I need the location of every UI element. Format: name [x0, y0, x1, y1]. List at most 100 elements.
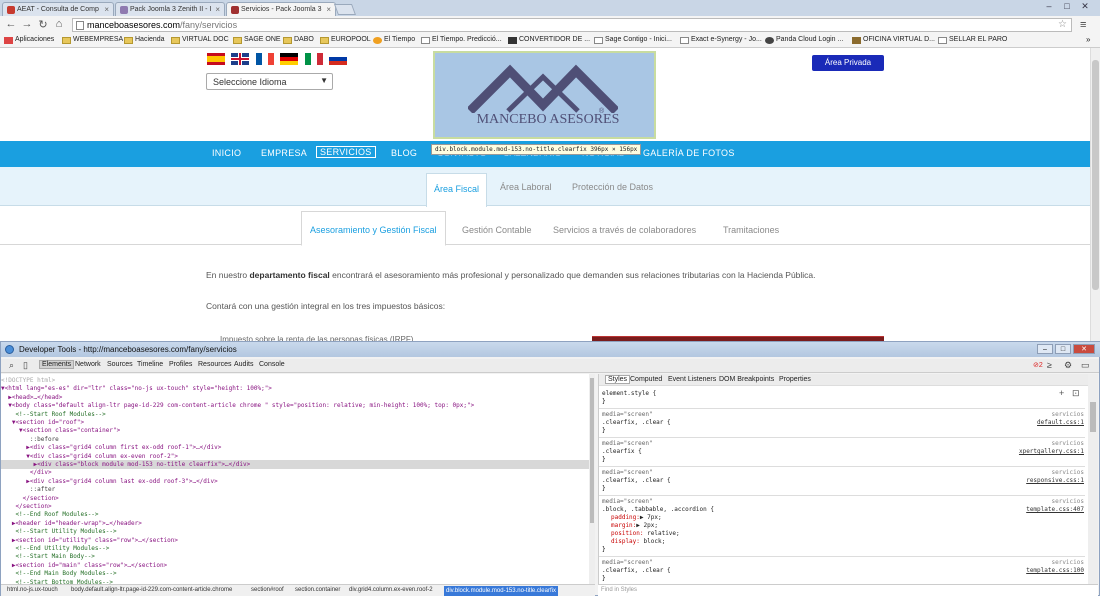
tab-event-listeners[interactable]: Event Listeners	[668, 376, 716, 383]
breadcrumb-item[interactable]: html.no-js.ux-touch	[7, 587, 58, 593]
breadcrumb-item[interactable]: div.block.module.mod-153.no-title.clearf…	[444, 586, 558, 596]
close-icon[interactable]: ×	[326, 5, 331, 14]
italy-flag-icon[interactable]	[304, 53, 323, 65]
style-property[interactable]: position: relative;	[611, 530, 1088, 538]
tab-profiles[interactable]: Profiles	[169, 361, 192, 368]
bookmark-folder[interactable]: DABO	[283, 36, 314, 44]
source-link[interactable]: template.css:407	[1026, 506, 1084, 514]
property-name[interactable]: padding:	[611, 514, 640, 521]
bookmark-link[interactable]: Exact e-Synergy - Jo...	[680, 36, 762, 44]
source-link[interactable]: responsive.css:1	[1026, 477, 1084, 485]
search-icon[interactable]: ⌕	[9, 360, 14, 371]
nav-servicios[interactable]: SERVICIOS	[316, 146, 376, 158]
reload-icon[interactable]: ↻	[36, 18, 50, 31]
tab-properties[interactable]: Properties	[779, 376, 811, 383]
rule-selector[interactable]: .clearfix {xpertgallery.css:1	[602, 448, 1088, 456]
elements-scrollbar[interactable]	[589, 374, 595, 584]
nav-galeria[interactable]: GALERÍA DE FOTOS	[643, 148, 735, 158]
tab-resources[interactable]: Resources	[198, 361, 231, 368]
tab-tramitaciones[interactable]: Tramitaciones	[723, 225, 779, 235]
tab-servicios-colaboradores[interactable]: Servicios a través de colaboradores	[553, 225, 696, 235]
tab-computed[interactable]: Computed	[630, 376, 662, 383]
bookmark-link[interactable]: SELLAR EL PARO	[938, 36, 1007, 44]
property-value[interactable]: block;	[640, 538, 666, 545]
more-bookmarks-icon[interactable]: »	[1086, 35, 1090, 44]
style-property[interactable]: display: block;	[611, 538, 1088, 546]
area-privada-button[interactable]: Área Privada	[812, 55, 884, 71]
property-name[interactable]: margin:	[611, 522, 636, 529]
tab-proteccion-datos[interactable]: Protección de Datos	[572, 182, 653, 192]
nav-inicio[interactable]: INICIO	[212, 148, 241, 158]
browser-tab-pack-joomla[interactable]: Pack Joomla 3 Zenith II - I ×	[115, 2, 225, 16]
tab-styles[interactable]: Styles	[605, 375, 631, 384]
spain-flag-icon[interactable]	[207, 53, 225, 65]
styles-scrollbar[interactable]	[1088, 374, 1098, 584]
nav-blog[interactable]: BLOG	[391, 148, 417, 158]
source-link[interactable]: xpertgallery.css:1	[1019, 448, 1084, 456]
tab-dom-breakpoints[interactable]: DOM Breakpoints	[719, 376, 774, 383]
bookmark-folder[interactable]: SAGE ONE	[233, 36, 281, 44]
source-link[interactable]: default.css:1	[1037, 419, 1084, 427]
console-drawer-icon[interactable]: ≥	[1047, 360, 1052, 370]
home-icon[interactable]: ⌂	[52, 18, 66, 30]
style-property[interactable]: margin:▶ 2px;	[611, 522, 1088, 530]
elements-panel[interactable]: <!DOCTYPE html> ▼<html lang="es-es" dir="…	[1, 374, 595, 584]
uk-flag-icon[interactable]	[231, 53, 250, 65]
bookmark-folder[interactable]: Hacienda	[124, 36, 165, 44]
breadcrumb-item[interactable]: div.grid4.column.ex-even.roof-2	[349, 587, 433, 593]
forward-icon[interactable]: →	[20, 18, 34, 30]
language-select[interactable]: Seleccione Idioma ▼	[206, 73, 333, 90]
tab-gestion-contable[interactable]: Gestión Contable	[462, 225, 532, 235]
rule-selector[interactable]: .block, .tabbable, .accordion {template.…	[602, 506, 1088, 514]
close-icon[interactable]: ×	[104, 5, 109, 14]
breadcrumb-item[interactable]: section#roof	[251, 587, 284, 593]
bookmark-link[interactable]: El Tiempo	[373, 36, 415, 44]
scrollbar-thumb[interactable]	[1090, 402, 1096, 432]
property-name[interactable]: position:	[611, 530, 644, 537]
close-window-icon[interactable]: ✕	[1078, 1, 1092, 12]
browser-tab-servicios[interactable]: Servicios - Pack Joomla 3 ×	[226, 2, 336, 16]
bookmark-folder[interactable]: WEBEMPRESA	[62, 36, 123, 44]
tab-audits[interactable]: Audits	[234, 361, 253, 368]
site-logo[interactable]: MANCEBO ASESORES ®	[433, 51, 656, 139]
bookmark-folder[interactable]: VIRTUAL DOC	[171, 36, 229, 44]
find-in-styles-input[interactable]: Find in Styles	[598, 584, 1098, 596]
property-value[interactable]: relative;	[644, 530, 680, 537]
gear-icon[interactable]: ⚙	[1064, 360, 1072, 371]
tab-asesoramiento-fiscal[interactable]: Asesoramiento y Gestión Fiscal	[301, 211, 446, 246]
rule-selector[interactable]: .clearfix, .clear {responsive.css:1	[602, 477, 1088, 485]
nav-empresa[interactable]: EMPRESA	[261, 148, 307, 158]
property-value[interactable]: ▶ 2px;	[636, 522, 658, 529]
minimize-icon[interactable]: –	[1042, 1, 1056, 11]
tab-sources[interactable]: Sources	[107, 361, 133, 368]
browser-tab-aeat[interactable]: AEAT - Consulta de Comp ×	[2, 2, 114, 16]
rule-selector[interactable]: .clearfix, .clear {default.css:1	[602, 419, 1088, 427]
breadcrumb-item[interactable]: section.container	[295, 587, 340, 593]
bookmark-link[interactable]: CONVERTIDOR DE ...	[508, 36, 590, 44]
back-icon[interactable]: ←	[4, 18, 18, 30]
tab-area-fiscal[interactable]: Área Fiscal	[426, 173, 488, 207]
rule-selector[interactable]: .clearfix, .clear {template.css:100	[602, 567, 1088, 575]
france-flag-icon[interactable]	[255, 53, 274, 65]
scrollbar-thumb[interactable]	[1092, 60, 1099, 290]
new-tab-button[interactable]	[333, 4, 357, 15]
source-link[interactable]: template.css:100	[1026, 567, 1084, 575]
bookmark-link[interactable]: Sage Contigo - Inici...	[594, 36, 672, 44]
breadcrumb-item[interactable]: body.default.align-ltr.page-id-229.com-c…	[71, 587, 232, 593]
chrome-menu-icon[interactable]: ≡	[1080, 19, 1086, 31]
bookmark-apps[interactable]: Aplicaciones	[4, 36, 54, 44]
bookmark-link[interactable]: OFICINA VIRTUAL D...	[852, 36, 935, 44]
page-scrollbar[interactable]	[1090, 48, 1100, 341]
tab-console[interactable]: Console	[259, 361, 285, 368]
maximize-icon[interactable]: □	[1060, 1, 1074, 11]
russia-flag-icon[interactable]	[329, 53, 348, 65]
tab-network[interactable]: Network	[75, 361, 101, 368]
bookmark-folder[interactable]: EUROPOOL	[320, 36, 371, 44]
bookmark-link[interactable]: El Tiempo. Predicció...	[421, 36, 502, 44]
bookmark-link[interactable]: Panda Cloud Login ...	[765, 36, 843, 44]
property-name[interactable]: display:	[611, 538, 640, 545]
dock-icon[interactable]: ▭	[1081, 360, 1090, 371]
maximize-icon[interactable]: □	[1055, 344, 1071, 354]
tab-area-laboral[interactable]: Área Laboral	[500, 182, 552, 192]
device-icon[interactable]: ▯	[23, 360, 28, 371]
